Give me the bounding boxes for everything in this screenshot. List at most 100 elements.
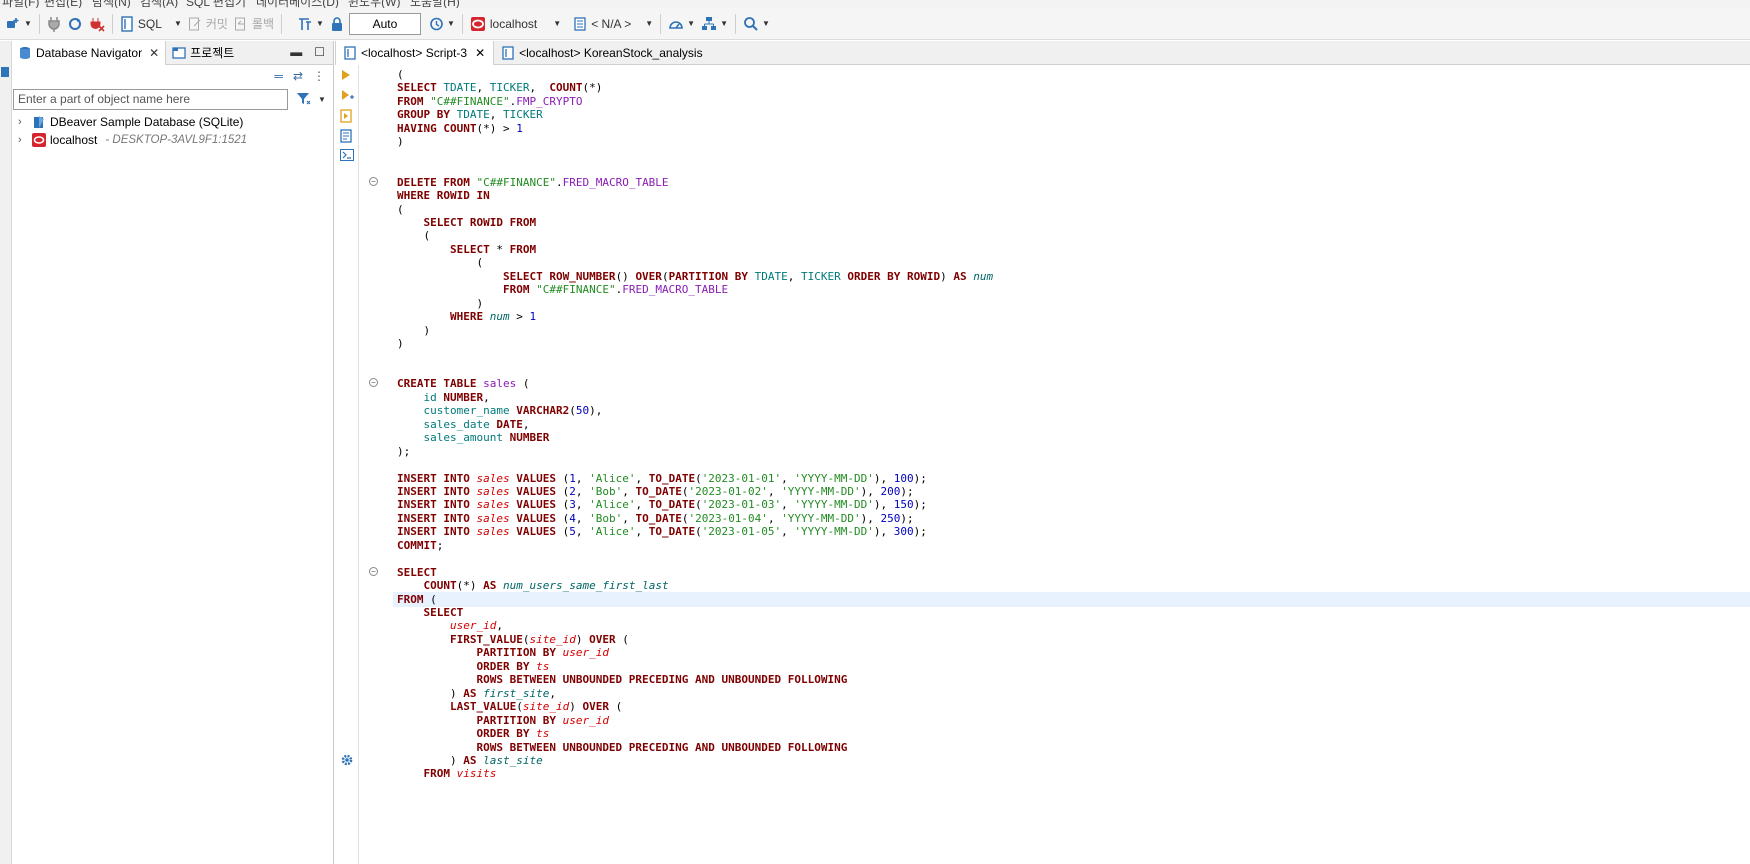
chevron-right-icon[interactable]: › (18, 134, 30, 146)
tab-database-navigator[interactable]: Database Navigator ✕ (12, 40, 167, 65)
chevron-down-icon[interactable]: ▼ (316, 19, 324, 28)
view-menu-icon[interactable]: ⋮ (313, 69, 325, 83)
editor-gutter: − − − (359, 65, 393, 864)
code-token: WHERE (397, 189, 437, 203)
code-token: 1 (569, 471, 576, 485)
chevron-down-icon[interactable]: ▼ (24, 19, 32, 28)
link-with-editor-icon[interactable]: ⇄ (293, 69, 303, 83)
code-token: COUNT (423, 579, 457, 593)
settings-gear-icon[interactable] (340, 753, 354, 770)
code-token: customer_name (423, 404, 517, 418)
close-icon[interactable]: ✕ (149, 46, 159, 60)
menu-help[interactable]: 도움말(H) (410, 0, 460, 8)
menu-edit[interactable]: 편집(E) (44, 0, 82, 8)
code-token: FROM (423, 767, 457, 781)
code-token: ), (873, 471, 894, 485)
chevron-down-icon[interactable]: ▼ (762, 19, 770, 28)
history-button[interactable]: ▼ (425, 12, 458, 36)
database-navigator-icon (20, 46, 30, 59)
code-token: 'YYYY-MM-DD' (794, 498, 874, 512)
code-token: ) (397, 337, 404, 350)
execute-script-icon[interactable] (340, 109, 352, 126)
code-token: , (635, 498, 649, 512)
code-token: IN (476, 189, 490, 203)
new-connection-button[interactable]: ▼ (2, 12, 35, 36)
rollback-button[interactable]: 롤백 (231, 12, 277, 36)
erd-button[interactable]: ▼ (698, 12, 731, 36)
active-schema-selector[interactable]: < N/A > ▼ (570, 12, 656, 36)
menu-file[interactable]: 파일(F) (2, 0, 39, 8)
menu-window[interactable]: 윈도우(W) (348, 0, 400, 8)
minimize-icon[interactable]: ▬ (290, 45, 302, 59)
connect-button[interactable] (44, 12, 64, 36)
fold-toggle-icon[interactable]: − (369, 566, 378, 576)
maximize-icon[interactable]: ☐ (314, 45, 325, 59)
chevron-right-icon[interactable]: › (18, 116, 30, 128)
tab-koreanstock-analysis[interactable]: <localhost> KoreanStock_analysis (494, 41, 710, 65)
lock-button[interactable] (327, 12, 347, 36)
chevron-down-icon[interactable]: ▼ (720, 19, 728, 28)
code-token: ) (397, 323, 431, 337)
tab-label: <localhost> KoreanStock_analysis (519, 45, 703, 60)
chevron-down-icon[interactable]: ▼ (318, 95, 326, 104)
left-trim-strip (0, 41, 12, 864)
active-connection-selector[interactable]: localhost ▼ (467, 12, 564, 36)
code-token: . (555, 175, 563, 189)
explain-plan-icon[interactable] (340, 129, 352, 146)
tab-script-3[interactable]: <localhost> Script-3 ✕ (335, 40, 495, 65)
code-token: ), (860, 511, 881, 525)
active-connection-label: localhost (489, 16, 538, 31)
object-filter-input[interactable] (13, 88, 288, 110)
tab-projects[interactable]: 프로젝트 (166, 41, 240, 65)
execute-in-new-tab-icon[interactable] (340, 89, 354, 104)
tree-item-sample-database[interactable]: › DBeaver Sample Database (SQLite) (12, 113, 333, 131)
code-token: FIRST_VALUE (449, 632, 523, 646)
menu-search[interactable]: 검색(A) (140, 0, 178, 8)
code-token: OVER (635, 269, 662, 283)
code-token: FROM (509, 215, 537, 229)
fold-toggle-icon[interactable]: − (369, 176, 378, 186)
close-icon[interactable]: ✕ (475, 46, 485, 60)
tree-item-sublabel: - DESKTOP-3AVL9F1:1521 (105, 134, 248, 146)
search-button[interactable]: ▼ (740, 12, 773, 36)
code-token: ts (536, 727, 550, 741)
chevron-down-icon[interactable]: ▼ (687, 19, 695, 28)
code-token: "C##FINANCE" (536, 283, 616, 297)
chevron-down-icon[interactable]: ▼ (553, 19, 561, 28)
code-token: DELETE FROM (397, 175, 477, 189)
code-token: , (483, 390, 490, 404)
code-area[interactable]: (SELECT TDATE, TICKER, COUNT(*) FROM "C##… (393, 65, 1750, 864)
menu-database[interactable]: 데이터베이스(D) (256, 0, 339, 8)
plug-icon (48, 16, 60, 32)
reconnect-button[interactable] (64, 12, 86, 36)
execute-statement-icon[interactable] (340, 69, 352, 84)
filter-button[interactable]: ▼ (296, 92, 326, 106)
commit-button[interactable]: 커밋 (185, 12, 231, 36)
dashboard-button[interactable]: ▼ (665, 12, 698, 36)
menu-bar: 파일(F) 편집(E) 탐색(N) 검색(A) SQL 편집기 데이터베이스(D… (0, 0, 1750, 8)
code-token: id (423, 390, 444, 404)
code-token: ts (536, 659, 550, 673)
sql-editor-button[interactable]: SQL ▼ (117, 12, 185, 36)
terminal-icon[interactable] (340, 149, 354, 164)
auto-commit-mode-box[interactable]: Auto (348, 12, 421, 35)
code-token: ( (397, 202, 404, 216)
chevron-down-icon[interactable]: ▼ (447, 19, 455, 28)
menu-navigate[interactable]: 탐색(N) (92, 0, 131, 8)
view-icon[interactable] (1, 67, 9, 77)
transaction-mode-button[interactable]: ▼ (294, 12, 327, 36)
chevron-down-icon[interactable]: ▼ (174, 19, 182, 28)
menu-sql-editor[interactable]: SQL 편집기 (186, 0, 246, 8)
tree-item-localhost[interactable]: › localhost - DESKTOP-3AVL9F1:1521 (12, 131, 333, 149)
code-token: , (575, 525, 590, 539)
collapse-all-icon[interactable]: ═ (274, 69, 283, 83)
code-token: PARTITION BY (476, 646, 563, 660)
chevron-down-icon[interactable]: ▼ (645, 19, 653, 28)
disconnect-button[interactable] (86, 12, 108, 36)
fold-toggle-icon[interactable]: − (369, 378, 378, 388)
diagram-icon (702, 16, 717, 30)
code-token: , (575, 498, 590, 512)
